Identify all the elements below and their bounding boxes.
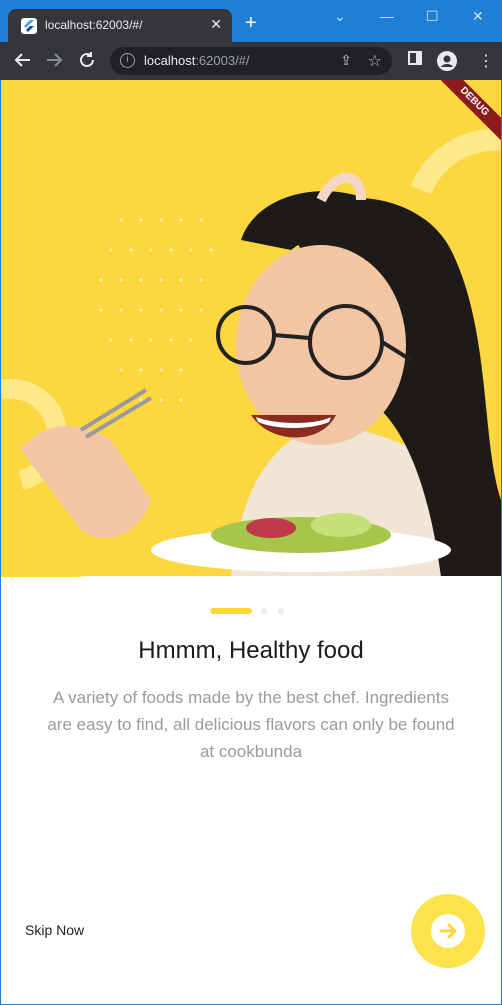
share-icon[interactable]: ⇪ [340,52,352,69]
bookmark-star-icon[interactable]: ☆ [368,51,382,71]
skip-now-button[interactable]: Skip Now [25,922,84,938]
back-icon[interactable] [14,51,32,72]
close-window-button[interactable]: ✕ [472,8,484,25]
profile-avatar-icon[interactable] [437,51,457,76]
tab-bar: localhost:62003/#/ ✕ + ⌄ — ☐ ✕ [0,0,502,42]
side-panel-icon[interactable] [408,51,422,70]
menu-kebab-icon[interactable]: ⋮ [478,51,494,71]
page-indicator-active-dot [210,608,252,614]
page-indicator-dot [278,608,284,614]
address-bar[interactable]: i localhost:62003/#/ ⇪ ☆ [110,47,392,75]
maximize-button[interactable]: ☐ [426,8,439,25]
minimize-button[interactable]: — [380,8,394,24]
site-info-icon[interactable]: i [120,53,135,68]
browser-tab[interactable]: localhost:62003/#/ ✕ [8,9,232,42]
address-url: localhost:62003/#/ [144,53,250,68]
browser-toolbar: i localhost:62003/#/ ⇪ ☆ ⋮ [0,42,502,80]
arrow-right-circle-icon [431,914,465,948]
forward-icon[interactable] [45,51,63,72]
new-tab-button[interactable]: + [245,13,257,33]
flutter-favicon-icon [21,18,37,34]
onboarding-title: Hmmm, Healthy food [138,637,364,664]
onboarding-description: A variety of foods made by the best chef… [47,688,455,761]
page-indicator-dot [261,608,267,614]
hero-image: DEBUG [1,80,501,577]
browser-window: localhost:62003/#/ ✕ + ⌄ — ☐ ✕ i localho… [0,0,502,1005]
next-button[interactable] [411,894,485,968]
app-viewport: DEBUG Hmmm, Healthy food A variety of fo… [1,80,501,1004]
tab-title: localhost:62003/#/ [45,18,143,32]
reload-icon[interactable] [78,51,96,72]
close-tab-icon[interactable]: ✕ [210,16,222,33]
tab-search-icon[interactable]: ⌄ [334,8,346,25]
